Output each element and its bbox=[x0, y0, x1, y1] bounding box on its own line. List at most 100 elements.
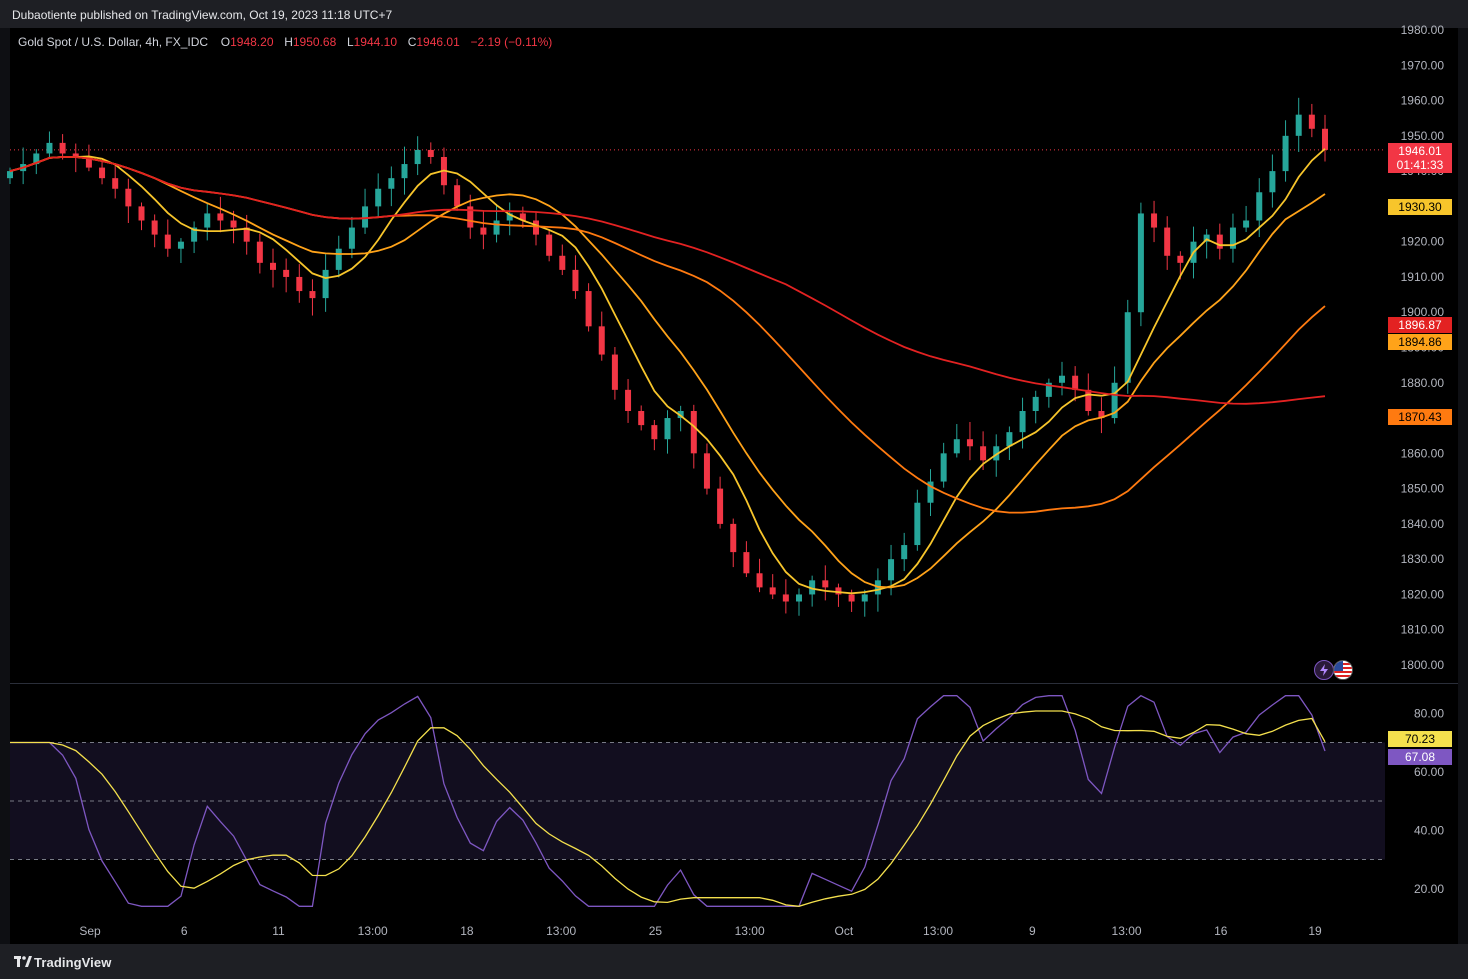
candle-body bbox=[690, 411, 697, 454]
symbol-legend[interactable]: Gold Spot / U.S. Dollar, 4h, FX_IDC O194… bbox=[18, 35, 552, 49]
candle-body bbox=[743, 552, 750, 574]
rsi-signal-tag: 70.23 bbox=[1388, 731, 1452, 747]
candle-body bbox=[1151, 213, 1158, 228]
candle-body bbox=[533, 220, 539, 235]
candle-body bbox=[717, 488, 724, 524]
time-axis-label: 13:00 bbox=[358, 924, 388, 938]
candle-body bbox=[769, 587, 776, 595]
time-axis-label: 6 bbox=[181, 924, 188, 938]
candle-body bbox=[1019, 411, 1026, 433]
time-axis-label: Sep bbox=[79, 924, 101, 938]
legend-low-label: L bbox=[346, 35, 354, 49]
price-axis-tick: 1970.00 bbox=[1401, 58, 1445, 72]
candle-body bbox=[1085, 389, 1092, 411]
candle-body bbox=[164, 234, 171, 249]
bar-countdown: 01:41:33 bbox=[1396, 158, 1444, 172]
candle-body bbox=[7, 171, 13, 179]
candle-body bbox=[414, 149, 421, 165]
time-axis-label: 13:00 bbox=[735, 924, 765, 938]
price-axis-tick: 1860.00 bbox=[1401, 446, 1445, 460]
price-axis-tick: 1980.00 bbox=[1401, 23, 1445, 37]
lightning-icon[interactable] bbox=[1314, 660, 1334, 680]
candle-body bbox=[1269, 171, 1276, 193]
candle-body bbox=[730, 523, 737, 553]
time-axis-label: 18 bbox=[460, 924, 474, 938]
candle-body bbox=[796, 594, 802, 602]
candle-body bbox=[782, 594, 789, 602]
candle-body bbox=[914, 502, 921, 546]
candle-body bbox=[848, 594, 855, 602]
candle-body bbox=[348, 227, 355, 249]
footer-bar: TradingView bbox=[0, 944, 1468, 979]
time-axis-label: 16 bbox=[1214, 924, 1228, 938]
candle-body bbox=[296, 276, 303, 292]
candle-body bbox=[177, 241, 184, 249]
legend-low: 1944.10 bbox=[353, 35, 398, 49]
time-axis-label: 11 bbox=[272, 924, 285, 938]
price-axis-tick: 1830.00 bbox=[1401, 552, 1445, 566]
candle-body bbox=[940, 453, 947, 482]
candle-body bbox=[493, 220, 500, 235]
chart-canvas[interactable]: 1980.00 1970.00 1960.00 1950.00 19 40.00 1930.… bbox=[0, 0, 1468, 944]
candle-body bbox=[980, 446, 987, 461]
price-axis-tick: 1950.00 bbox=[1401, 129, 1445, 143]
price-axis-tick: 1920.00 bbox=[1401, 235, 1445, 249]
candle-body bbox=[703, 453, 710, 489]
candle-body bbox=[388, 178, 395, 189]
candle-body bbox=[59, 142, 66, 154]
price-axis-tick: 1800.00 bbox=[1401, 658, 1445, 672]
time-axis-label: 13:00 bbox=[1112, 924, 1142, 938]
candle-body bbox=[309, 291, 316, 299]
candle-body bbox=[99, 167, 106, 179]
candle-body bbox=[901, 545, 908, 560]
candle-body bbox=[861, 594, 868, 602]
candle-body bbox=[585, 291, 592, 327]
legend-open: 1948.20 bbox=[230, 35, 274, 49]
candle-body bbox=[1137, 213, 1144, 313]
candle-body bbox=[546, 234, 553, 256]
candle-body bbox=[480, 227, 487, 235]
candle-body bbox=[204, 213, 211, 228]
last-price-value: 1946.01 bbox=[1398, 144, 1442, 158]
ma-red-tag: 1896.87 bbox=[1388, 317, 1452, 333]
candle-body bbox=[822, 580, 829, 588]
legend-open-label: O bbox=[220, 35, 231, 49]
rsi-axis-tick: 20.00 bbox=[1414, 882, 1444, 896]
candle-body bbox=[953, 439, 960, 454]
price-axis-tick: 1960.00 bbox=[1401, 94, 1445, 108]
candle-body bbox=[888, 559, 895, 581]
us-flag-icon[interactable] bbox=[1333, 660, 1353, 680]
footer-brand: TradingView bbox=[34, 955, 112, 970]
candle-body bbox=[217, 213, 224, 221]
candle-body bbox=[1322, 128, 1328, 150]
legend-high-label: H bbox=[284, 35, 293, 49]
candle-body bbox=[362, 206, 369, 228]
rsi-value-tag: 67.08 bbox=[1388, 749, 1452, 765]
candle-body bbox=[375, 188, 382, 207]
candle-body bbox=[638, 411, 645, 426]
candle-body bbox=[835, 587, 842, 595]
price-axis-tick: 1910.00 bbox=[1401, 270, 1445, 284]
candle-body bbox=[651, 425, 658, 440]
time-axis-label: 13:00 bbox=[923, 924, 953, 938]
ma-orange-tag: 1870.43 bbox=[1388, 409, 1452, 425]
candle-body bbox=[1308, 114, 1315, 129]
tradingview-logo-icon bbox=[14, 956, 32, 967]
candle-body bbox=[611, 354, 618, 390]
candle-body bbox=[401, 164, 408, 179]
candle-body bbox=[664, 418, 671, 440]
candle-body bbox=[125, 188, 132, 207]
ma-yellow-tag: 1930.30 bbox=[1388, 199, 1452, 215]
candle-body bbox=[46, 142, 53, 154]
candle-body bbox=[335, 248, 342, 270]
time-axis-label: 19 bbox=[1308, 924, 1322, 938]
candle-body bbox=[151, 220, 158, 235]
candle-body bbox=[1164, 227, 1171, 256]
candle-body bbox=[559, 255, 566, 270]
legend-change: −2.19 (−0.11%) bbox=[470, 35, 553, 49]
legend-high: 1950.68 bbox=[292, 35, 337, 49]
candle-body bbox=[625, 389, 632, 411]
candle-body bbox=[138, 206, 145, 221]
candle-body bbox=[112, 178, 119, 189]
candle-body bbox=[966, 439, 973, 447]
